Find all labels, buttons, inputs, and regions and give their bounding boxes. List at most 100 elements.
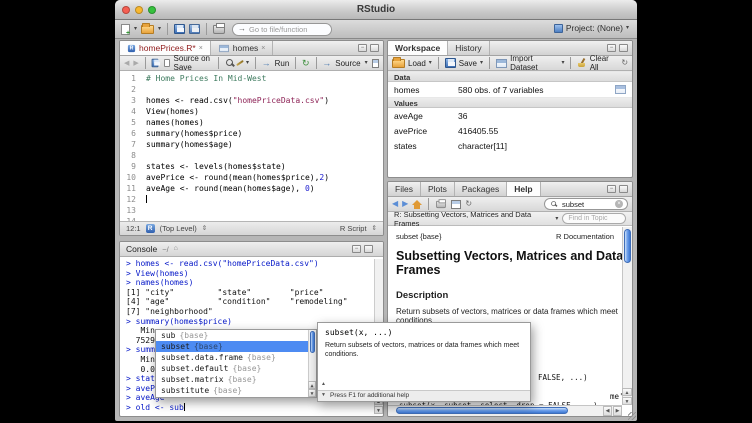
help-scroll-right-icon[interactable]: ▶ [613, 406, 622, 416]
save-button[interactable]: Save▾ [445, 58, 483, 68]
code-segment: states <- levels(homes$state) [146, 162, 286, 171]
import-dataset-button[interactable]: Import Dataset▾ [496, 54, 565, 72]
tab-history[interactable]: History [448, 41, 489, 55]
help-search-input[interactable]: subset × [544, 198, 628, 210]
minimize-console-button[interactable]: − [352, 245, 361, 253]
run-button[interactable]: Run [275, 59, 290, 68]
rerun-icon[interactable]: ↻ [302, 59, 310, 68]
clear-all-button[interactable]: Clear All [577, 54, 617, 72]
help-back-icon[interactable]: ◀ [392, 200, 398, 208]
minimize-pane-button[interactable]: − [358, 44, 367, 52]
tab-files[interactable]: Files [388, 182, 421, 196]
completion-item-sub[interactable]: sub{base} [156, 330, 316, 341]
workspace-refresh-icon[interactable]: ↻ [621, 59, 628, 67]
home-directory-icon[interactable]: ⌂ [174, 245, 178, 253]
print-button[interactable] [213, 23, 225, 36]
close-window-button[interactable] [122, 6, 130, 14]
editor-tab-homes[interactable]: homes× [211, 41, 274, 55]
close-tab-icon[interactable]: × [199, 45, 203, 52]
completion-name: subset.matrix [161, 375, 224, 384]
completion-item-substitute[interactable]: substitute{base} [156, 385, 316, 396]
code-editor[interactable]: 1234567891011121314 # Home Prices In Mid… [120, 71, 383, 221]
maximize-pane-button[interactable] [370, 44, 379, 52]
completion-item-subset.data.frame[interactable]: subset.data.frame{base} [156, 352, 316, 363]
completion-item-substr[interactable]: substr{base} [156, 396, 316, 398]
tab-workspace[interactable]: Workspace [388, 41, 448, 55]
scope-indicator[interactable]: (Top Level) [160, 224, 197, 233]
breadcrumb[interactable]: R: Subsetting Vectors, Matrices and Data… [394, 210, 551, 228]
run-icon[interactable]: → [262, 59, 271, 68]
help-scroll-down-icon[interactable]: ▼ [622, 397, 632, 405]
maximize-console-button[interactable] [364, 245, 373, 253]
help-scroll-left-icon[interactable]: ◀ [603, 406, 612, 416]
new-file-button[interactable]: + [121, 23, 130, 36]
help-scroll-up-icon[interactable]: ▲ [622, 388, 632, 396]
back-icon[interactable]: ◀ [124, 59, 129, 67]
usage-code-fragment-1: FALSE, ...) [538, 373, 588, 382]
forward-icon[interactable]: ▶ [133, 59, 138, 67]
tab-packages[interactable]: Packages [455, 182, 507, 196]
completion-scrollbar[interactable]: ▲▼ [308, 330, 316, 397]
workspace-row-aveAge[interactable]: aveAge36 [388, 108, 632, 123]
editor-tab-homePricesR[interactable]: RhomePrices.R*× [120, 41, 211, 55]
goto-file-input[interactable]: → Go to file/function [232, 23, 332, 36]
close-tab-icon[interactable]: × [261, 45, 265, 52]
minimize-help-button[interactable]: − [607, 185, 616, 193]
tab-label: Help [514, 184, 532, 194]
tab-plots[interactable]: Plots [421, 182, 455, 196]
goto-placeholder: Go to file/function [249, 25, 307, 34]
save-file-icon[interactable] [152, 59, 159, 68]
help-print-icon[interactable] [437, 200, 447, 207]
help-home-icon[interactable] [412, 200, 422, 205]
new-file-caret-icon[interactable]: ▾ [134, 26, 137, 32]
open-file-caret-icon[interactable]: ▾ [158, 26, 161, 32]
project-menu-button[interactable]: Project: (None) ▾ [554, 23, 629, 33]
code-tools-caret-icon[interactable]: ▾ [246, 60, 249, 66]
workspace-row-states[interactable]: statescharacter[11] [388, 138, 632, 153]
horizontal-scroll-thumb[interactable] [396, 407, 568, 414]
resize-grip[interactable] [628, 412, 636, 420]
source-button[interactable]: Source [335, 59, 360, 68]
help-vertical-scrollbar[interactable]: ▲ ▼ [622, 227, 632, 405]
completion-scroll-down-icon[interactable]: ▼ [308, 389, 316, 397]
source-on-save-checkbox[interactable] [164, 59, 170, 67]
tab-help[interactable]: Help [507, 182, 540, 196]
maximize-help-button[interactable] [619, 185, 628, 193]
console-text: > summary(homes$price) [126, 317, 232, 326]
source-arrow-icon[interactable]: → [322, 59, 331, 68]
doc-type[interactable]: R Script [340, 224, 367, 233]
clear-search-icon[interactable]: × [615, 200, 623, 208]
completion-item-subset.default[interactable]: subset.default{base} [156, 363, 316, 374]
save-button[interactable] [174, 23, 185, 36]
help-horizontal-scrollbar[interactable]: ◀ ▶ [388, 405, 622, 416]
zoom-window-button[interactable] [148, 6, 156, 14]
code-segment: ) [324, 173, 329, 182]
load-button[interactable]: Load▾ [392, 59, 432, 68]
maximize-workspace-button[interactable] [619, 44, 628, 52]
workspace-row-avePrice[interactable]: avePrice416405.55 [388, 123, 632, 138]
help-popout-icon[interactable] [451, 200, 461, 209]
title-bar[interactable]: RStudio [115, 0, 637, 20]
open-file-button[interactable] [141, 23, 154, 36]
source-caret-icon[interactable]: ▾ [365, 60, 368, 66]
help-refresh-icon[interactable]: ↻ [465, 200, 472, 208]
search-icon[interactable] [225, 58, 232, 68]
completion-item-subset.matrix[interactable]: subset.matrix{base} [156, 374, 316, 385]
completion-scroll-thumb[interactable] [310, 331, 315, 353]
show-in-new-window-icon[interactable] [372, 59, 379, 68]
scroll-down-icon[interactable]: ▼ [374, 406, 383, 414]
completion-package: {base} [194, 342, 223, 351]
completion-scroll-up-icon[interactable]: ▲ [308, 381, 316, 389]
completion-item-subset[interactable]: subset{base} [156, 341, 316, 352]
minimize-window-button[interactable] [135, 6, 143, 14]
vertical-scroll-thumb[interactable] [624, 229, 631, 263]
save-all-button[interactable] [189, 23, 200, 36]
workspace-row-homes[interactable]: homes580 obs. of 7 variables [388, 82, 632, 97]
code-line [146, 205, 383, 216]
find-in-topic-input[interactable]: Find in Topic [562, 213, 626, 224]
help-forward-icon[interactable]: ▶ [402, 200, 408, 208]
view-data-icon[interactable] [615, 85, 626, 94]
code-tools-icon[interactable] [235, 58, 242, 68]
completion-package: {base} [179, 331, 208, 340]
minimize-workspace-button[interactable]: − [607, 44, 616, 52]
